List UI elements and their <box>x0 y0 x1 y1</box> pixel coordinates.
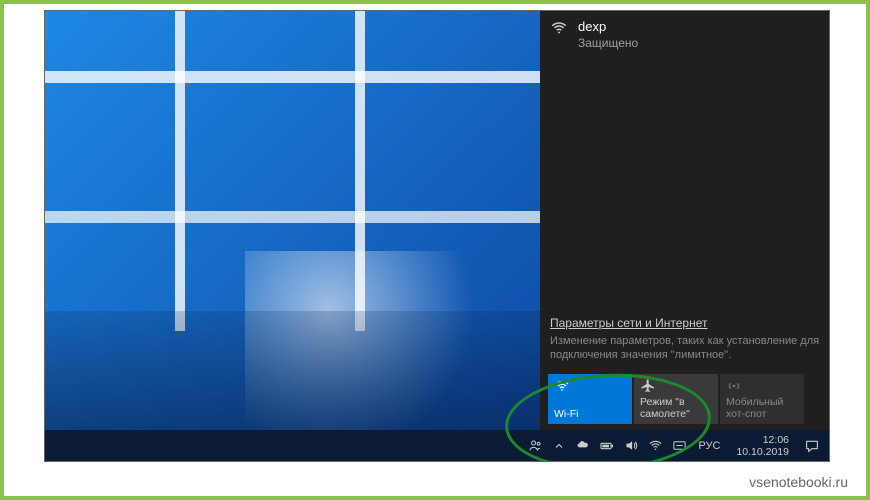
wifi-tile-label: Wi-Fi <box>554 408 626 420</box>
airplane-mode-tile[interactable]: Режим "в самолете" <box>634 374 718 424</box>
hotspot-icon <box>726 378 798 394</box>
watermark-text: vsenotebooki.ru <box>749 474 848 490</box>
wifi-ssid-label: dexp <box>578 19 638 34</box>
battery-icon[interactable] <box>596 430 618 461</box>
network-settings-description: Изменение параметров, таких как установл… <box>550 334 820 362</box>
airplane-tile-label: Режим "в самолете" <box>640 396 712 420</box>
wifi-tile[interactable]: Wi-Fi <box>548 374 632 424</box>
wifi-icon <box>550 19 568 37</box>
network-flyout-panel: dexp Защищено Параметры сети и Интернет … <box>540 11 829 430</box>
hotspot-tile-label: Мобильный хот-спот <box>726 396 798 420</box>
people-icon[interactable] <box>524 430 546 461</box>
system-tray: РУС 12:06 10.10.2019 <box>524 430 829 461</box>
onedrive-icon[interactable] <box>572 430 594 461</box>
clock-date: 10.10.2019 <box>736 446 789 458</box>
desktop-wallpaper <box>45 11 540 461</box>
clock[interactable]: 12:06 10.10.2019 <box>728 430 797 461</box>
quick-action-tiles: Wi-Fi Режим "в самолете" <box>548 374 804 424</box>
airplane-icon <box>640 378 712 394</box>
network-settings-link[interactable]: Параметры сети и Интернет <box>550 316 708 332</box>
volume-icon[interactable] <box>620 430 642 461</box>
input-indicator-icon[interactable] <box>668 430 690 461</box>
wifi-tray-icon[interactable] <box>644 430 666 461</box>
screenshot-frame: dexp Защищено Параметры сети и Интернет … <box>44 10 830 462</box>
wifi-icon <box>554 378 626 394</box>
clock-time: 12:06 <box>763 434 789 446</box>
action-center-icon[interactable] <box>799 430 825 461</box>
wifi-status-label: Защищено <box>578 36 638 50</box>
taskbar: РУС 12:06 10.10.2019 <box>45 430 829 461</box>
wifi-network-entry[interactable]: dexp Защищено <box>540 11 829 58</box>
language-indicator[interactable]: РУС <box>692 430 726 461</box>
mobile-hotspot-tile[interactable]: Мобильный хот-спот <box>720 374 804 424</box>
tray-overflow-chevron-icon[interactable] <box>548 430 570 461</box>
